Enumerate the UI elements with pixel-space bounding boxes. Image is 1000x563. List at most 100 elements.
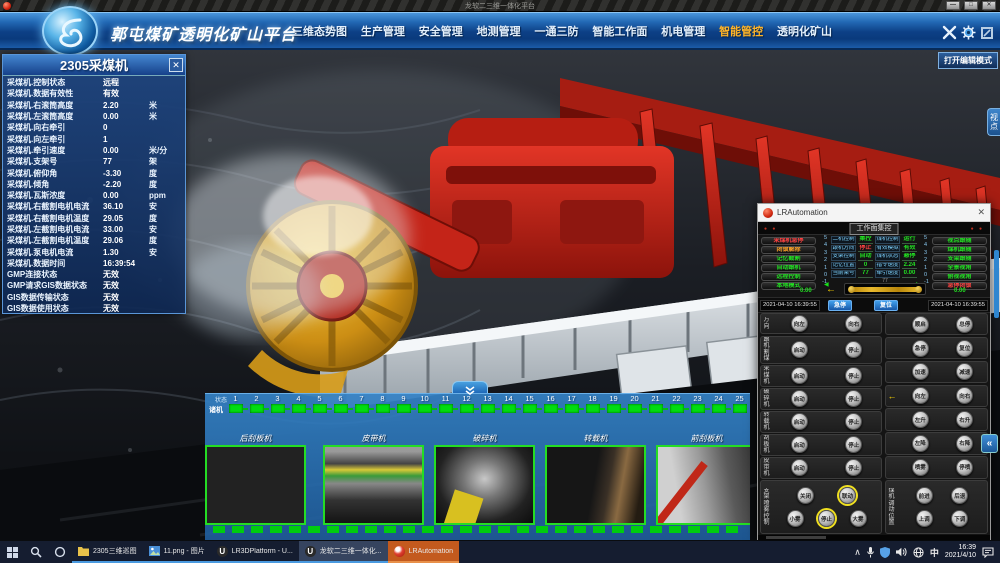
network-globe-icon[interactable]	[913, 547, 924, 558]
nav-menu-item[interactable]: 一通三防	[535, 23, 579, 39]
task-image-viewer[interactable]: 11.png - 图片	[143, 541, 211, 563]
machine-status-cell[interactable]: 8	[372, 394, 393, 421]
round-button[interactable]: 启动	[791, 390, 808, 407]
reset-button[interactable]: 复位	[874, 300, 898, 311]
round-button[interactable]: 启动	[791, 367, 808, 384]
round-button[interactable]: 停喷	[956, 459, 973, 476]
round-button[interactable]: 右降	[956, 435, 973, 452]
round-button[interactable]: 急停	[912, 340, 929, 357]
close-button[interactable]: ✕	[982, 1, 996, 10]
round-button[interactable]: 关闭	[797, 487, 814, 504]
camera-feed[interactable]	[545, 445, 646, 525]
round-button[interactable]: 启动	[791, 436, 808, 453]
round-button[interactable]: 停止	[818, 510, 835, 527]
tray-expand-icon[interactable]: ∧	[854, 547, 861, 558]
mic-icon[interactable]	[867, 547, 874, 558]
machine-status-cell[interactable]: 16	[540, 394, 561, 421]
machine-status-cell[interactable]: 21	[645, 394, 666, 421]
mode-button[interactable]: 采煤机急停	[761, 237, 816, 245]
machine-status-cell[interactable]: 1	[225, 394, 246, 421]
viewpoint-tab[interactable]: 视点	[987, 108, 1000, 136]
minimize-button[interactable]: —	[946, 1, 960, 10]
round-button[interactable]: 右升	[956, 411, 973, 428]
speaker-icon[interactable]	[896, 547, 907, 557]
task-lr3dplatform[interactable]: U LR3DPlatform - U...	[211, 541, 299, 563]
lr-hscrollbar[interactable]	[758, 535, 990, 540]
cortana-icon[interactable]	[48, 541, 72, 563]
view-button[interactable]: 视点跟随	[932, 237, 987, 245]
task-platform-active[interactable]: U 龙软二三维一体化...	[299, 541, 388, 563]
task-3d-map[interactable]: 2305三维巡图	[72, 541, 143, 563]
round-button[interactable]: 大雾	[850, 510, 867, 527]
tools-icon[interactable]	[942, 25, 957, 40]
machine-status-cell[interactable]: 4	[288, 394, 309, 421]
round-button[interactable]: 停止	[845, 459, 862, 476]
round-button[interactable]: 向右	[845, 315, 862, 332]
machine-status-cell[interactable]: 18	[582, 394, 603, 421]
machine-status-cell[interactable]: 17	[561, 394, 582, 421]
round-button[interactable]: 停止	[845, 390, 862, 407]
gear-icon[interactable]	[961, 25, 976, 40]
start-button[interactable]	[0, 541, 24, 563]
machine-status-cell[interactable]: 19	[603, 394, 624, 421]
machine-status-cell[interactable]: 3	[267, 394, 288, 421]
nav-menu-item[interactable]: 机电管理	[661, 23, 705, 39]
nav-menu-item[interactable]: 透明化矿山	[777, 23, 832, 39]
machine-status-cell[interactable]: 10	[414, 394, 435, 421]
machine-status-cell[interactable]: 5	[309, 394, 330, 421]
round-button[interactable]: 停止	[845, 367, 862, 384]
task-lrautomation[interactable]: LRAutomation	[388, 541, 459, 563]
machine-status-cell[interactable]: 15	[519, 394, 540, 421]
round-button[interactable]: 启动	[791, 413, 808, 430]
nav-menu-item[interactable]: 智能管控	[719, 23, 763, 39]
nav-menu-item[interactable]: 生产管理	[361, 23, 405, 39]
notification-center-icon[interactable]	[982, 547, 994, 558]
machine-status-cell[interactable]: 6	[330, 394, 351, 421]
round-button[interactable]: 总停	[956, 316, 973, 333]
round-button[interactable]: 减速	[956, 363, 973, 380]
panel-close-icon[interactable]: ✕	[169, 58, 183, 72]
camera-feed[interactable]	[434, 445, 535, 525]
camera-feed[interactable]	[205, 445, 306, 525]
search-icon[interactable]	[24, 541, 48, 563]
machine-status-cell[interactable]: 12	[456, 394, 477, 421]
round-button[interactable]: 向右	[956, 387, 973, 404]
camera-feed[interactable]	[323, 445, 424, 525]
taskbar-clock[interactable]: 16:39 2021/4/10	[945, 544, 976, 560]
machine-status-cell[interactable]: 9	[393, 394, 414, 421]
maximize-button[interactable]: □	[964, 1, 978, 10]
machine-status-cell[interactable]: 20	[624, 394, 645, 421]
round-button[interactable]: 左降	[912, 435, 929, 452]
camera-feed[interactable]	[656, 445, 750, 525]
machine-status-cell[interactable]: 24	[708, 394, 729, 421]
open-edit-mode-button[interactable]: 打开编辑模式	[938, 52, 998, 69]
shield-icon[interactable]	[880, 547, 890, 558]
machine-status-cell[interactable]: 13	[477, 394, 498, 421]
round-button[interactable]: 下调	[951, 510, 968, 527]
view-button[interactable]: 煤机跟随	[932, 246, 987, 254]
ime-indicator[interactable]: 中	[930, 546, 939, 559]
strip-collapse-tab[interactable]	[452, 381, 488, 393]
round-button[interactable]: 停止	[845, 341, 862, 358]
round-button[interactable]: 喷雾	[912, 459, 929, 476]
round-button[interactable]: 顺启	[912, 316, 929, 333]
round-button[interactable]: 启动	[791, 459, 808, 476]
collapse-panel-button[interactable]: «	[981, 434, 998, 453]
segment-pager[interactable]	[213, 526, 742, 533]
machine-status-cell[interactable]: 22	[666, 394, 687, 421]
round-button[interactable]: 左升	[912, 411, 929, 428]
machine-status-cell[interactable]: 25	[729, 394, 750, 421]
round-button[interactable]: 启动	[791, 341, 808, 358]
right-scrollbar[interactable]	[994, 250, 999, 318]
round-button[interactable]: 小雾	[787, 510, 804, 527]
round-button[interactable]: 停止	[845, 413, 862, 430]
round-button[interactable]: 复位	[956, 340, 973, 357]
machine-status-cell[interactable]: 11	[435, 394, 456, 421]
lr-close-icon[interactable]: ✕	[977, 207, 985, 218]
round-button[interactable]: 后退	[951, 487, 968, 504]
mode-button[interactable]: 自动跟机	[761, 264, 816, 272]
view-button[interactable]: 支架跟随	[932, 255, 987, 263]
machine-status-cell[interactable]: 2	[246, 394, 267, 421]
round-button[interactable]: 联动	[839, 487, 856, 504]
round-button[interactable]: 加速	[912, 363, 929, 380]
